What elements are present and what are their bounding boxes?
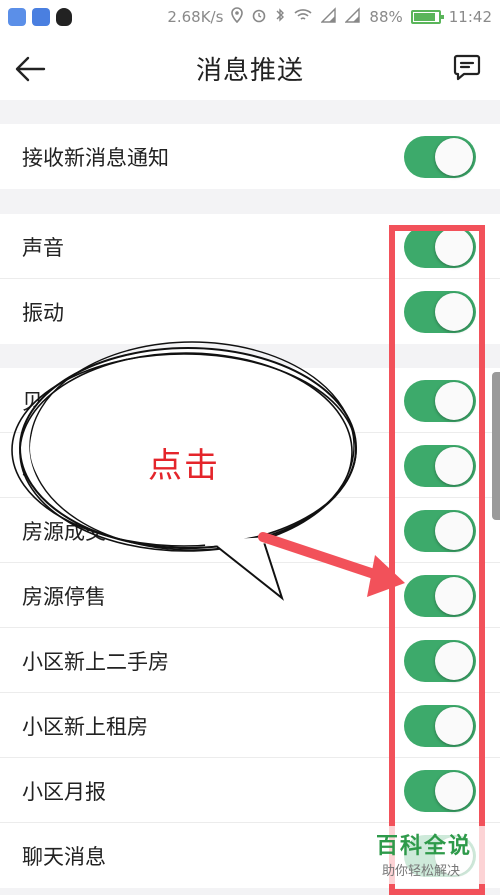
app-notification-icon — [32, 8, 50, 26]
settings-group: 接收新消息通知 — [0, 124, 500, 189]
setting-label: 聊天消息 — [22, 845, 106, 869]
toggle-knob — [435, 138, 473, 176]
setting-label: 小区月报 — [22, 780, 106, 804]
wifi-icon — [293, 7, 313, 27]
qq-icon — [56, 8, 72, 26]
setting-label: 小区新上租房 — [22, 715, 148, 739]
battery-percent: 88% — [369, 8, 403, 26]
page-title: 消息推送 — [195, 56, 304, 86]
status-bar: 2.68K/s 88% 11:42 — [0, 0, 500, 36]
watermark-subtitle: 助你轻松解决 — [382, 864, 461, 879]
alarm-icon — [251, 7, 267, 27]
battery-level — [413, 13, 435, 21]
location-icon — [231, 7, 244, 27]
bluetooth-icon — [275, 7, 285, 27]
notification-toggle[interactable] — [404, 136, 476, 178]
watermark-title: 百科全说 — [376, 834, 473, 859]
callout-text: 点击 — [148, 446, 220, 486]
watermark-logo: 百科全说 助你轻松解决 — [368, 826, 492, 884]
red-arrow-annotation — [258, 532, 405, 597]
message-icon — [453, 54, 481, 81]
network-speed: 2.68K/s — [167, 8, 224, 26]
notification-icons — [8, 8, 72, 26]
setting-label: 声音 — [22, 236, 64, 260]
navigation-bar: 消息推送 — [0, 36, 500, 100]
setting-label: 振动 — [22, 301, 64, 325]
clock: 11:42 — [448, 8, 492, 26]
scrollbar[interactable] — [492, 372, 500, 520]
message-button[interactable] — [452, 52, 482, 82]
signal-icon — [344, 7, 361, 27]
settings-row[interactable]: 接收新消息通知 — [0, 124, 500, 189]
setting-label: 小区新上二手房 — [22, 650, 169, 674]
battery-icon — [410, 10, 444, 24]
signal-icon — [320, 7, 337, 27]
setting-label: 接收新消息通知 — [22, 146, 169, 170]
app-notification-icon — [8, 8, 26, 26]
